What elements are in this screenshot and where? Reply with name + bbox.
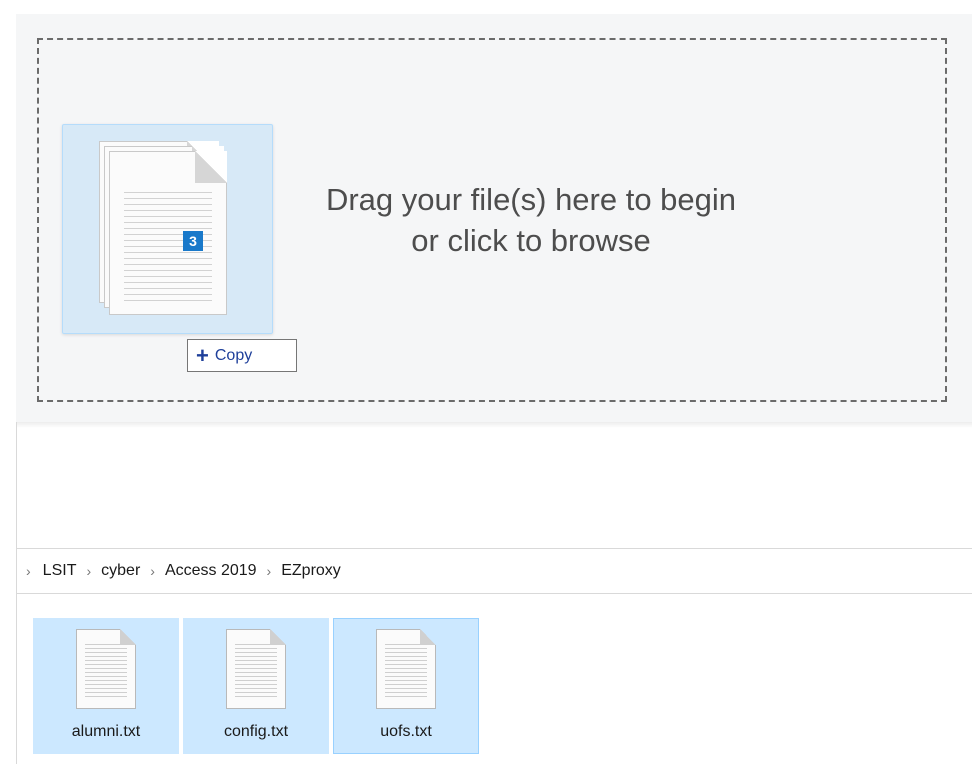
file-name: uofs.txt (380, 723, 432, 740)
address-bar[interactable]: › LSIT › cyber › Access 2019 › EZproxy (17, 548, 972, 594)
document-stack-icon: 3 (99, 141, 229, 315)
chevron-right-icon[interactable]: › (267, 563, 272, 579)
file-name: alumni.txt (71, 723, 141, 740)
explorer-ribbon (17, 422, 972, 548)
breadcrumb-lsit[interactable]: LSIT (43, 562, 77, 580)
breadcrumb-ezproxy[interactable]: EZproxy (281, 562, 341, 580)
copy-tooltip: + Copy (187, 339, 297, 372)
copy-label: Copy (214, 346, 253, 364)
text-file-icon (376, 629, 436, 709)
plus-icon: + (196, 342, 209, 368)
drag-ghost: 3 (62, 124, 273, 334)
text-file-icon (76, 629, 136, 709)
drag-count-badge: 3 (183, 231, 203, 251)
text-file-icon (226, 629, 286, 709)
breadcrumb-access-2019[interactable]: Access 2019 (165, 562, 257, 580)
breadcrumb-cyber[interactable]: cyber (101, 562, 140, 580)
file-item-config[interactable]: config.txt (183, 618, 329, 754)
file-list: alumni.txt config.txt uofs.txt (17, 592, 972, 764)
file-explorer-window: › LSIT › cyber › Access 2019 › EZproxy a… (16, 422, 972, 764)
chevron-right-icon[interactable]: › (86, 563, 91, 579)
file-item-uofs[interactable]: uofs.txt (333, 618, 479, 754)
file-name: config.txt (223, 723, 289, 740)
file-item-alumni[interactable]: alumni.txt (33, 618, 179, 754)
chevron-right-icon[interactable]: › (150, 563, 155, 579)
chevron-right-icon[interactable]: › (26, 563, 31, 579)
